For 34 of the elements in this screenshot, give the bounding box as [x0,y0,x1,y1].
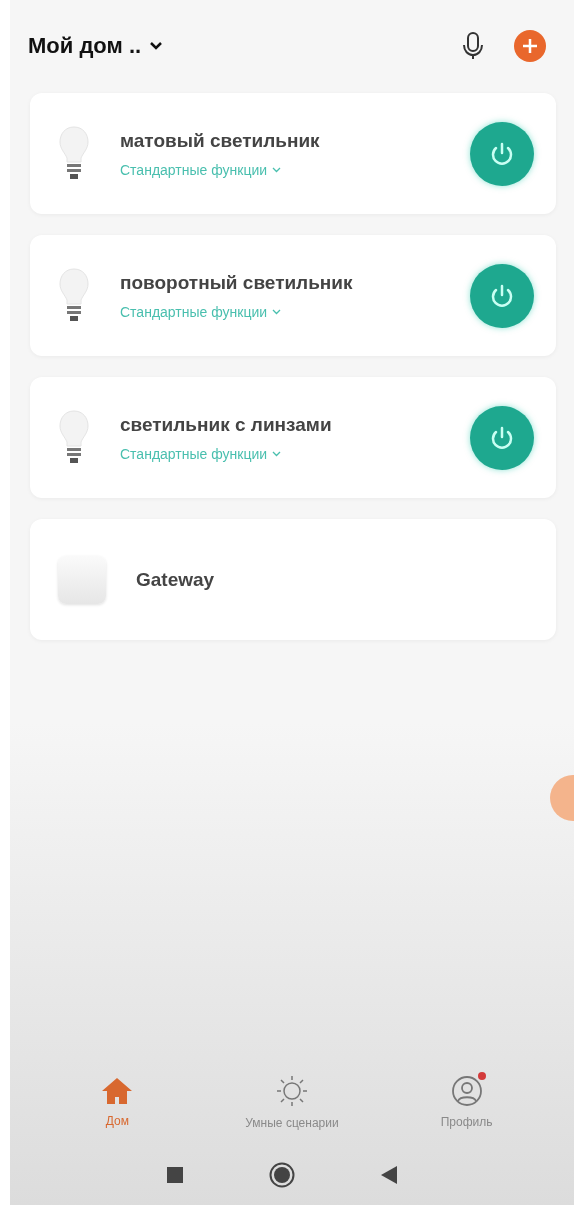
home-title[interactable]: Мой дом .. [28,33,142,59]
device-card[interactable]: светильник с линзами Стандартные функции [30,377,556,498]
device-card[interactable]: поворотный светильник Стандартные функции [30,235,556,356]
device-name: светильник с линзами [120,413,333,436]
device-card[interactable]: Gateway [30,519,556,640]
chevron-down-icon [272,450,282,457]
user-icon [450,1075,483,1107]
functions-dropdown[interactable]: Стандартные функции [120,445,470,462]
home-button[interactable] [269,1162,295,1188]
plus-icon [522,38,538,54]
gateway-device-icon [58,555,106,604]
nav-tab[interactable]: Умные сценарии [217,1073,367,1131]
device-name: поворотный светильник [120,271,354,294]
device-card[interactable]: матовый светильник Стандартные функции [30,93,556,214]
power-icon [489,424,515,451]
power-button[interactable] [470,405,534,470]
nav-tab[interactable]: Профиль [391,1074,542,1130]
chevron-down-icon [272,308,282,315]
device-name: Gateway [136,568,216,591]
nav-tab[interactable]: Дом [42,1075,193,1129]
functions-dropdown[interactable]: Стандартные функции [120,303,470,320]
chevron-down-icon[interactable] [149,41,164,51]
functions-dropdown[interactable]: Стандартные функции [120,161,470,178]
back-button[interactable] [381,1166,397,1184]
power-icon [489,140,515,167]
chevron-down-icon [272,166,282,173]
microphone-icon [462,31,484,61]
add-button[interactable] [514,30,546,62]
sun-icon [275,1074,309,1108]
device-name: матовый светильник [120,129,321,152]
microphone-button[interactable] [462,31,484,61]
power-button[interactable] [470,263,534,328]
power-icon [489,282,515,309]
power-button[interactable] [470,121,534,186]
